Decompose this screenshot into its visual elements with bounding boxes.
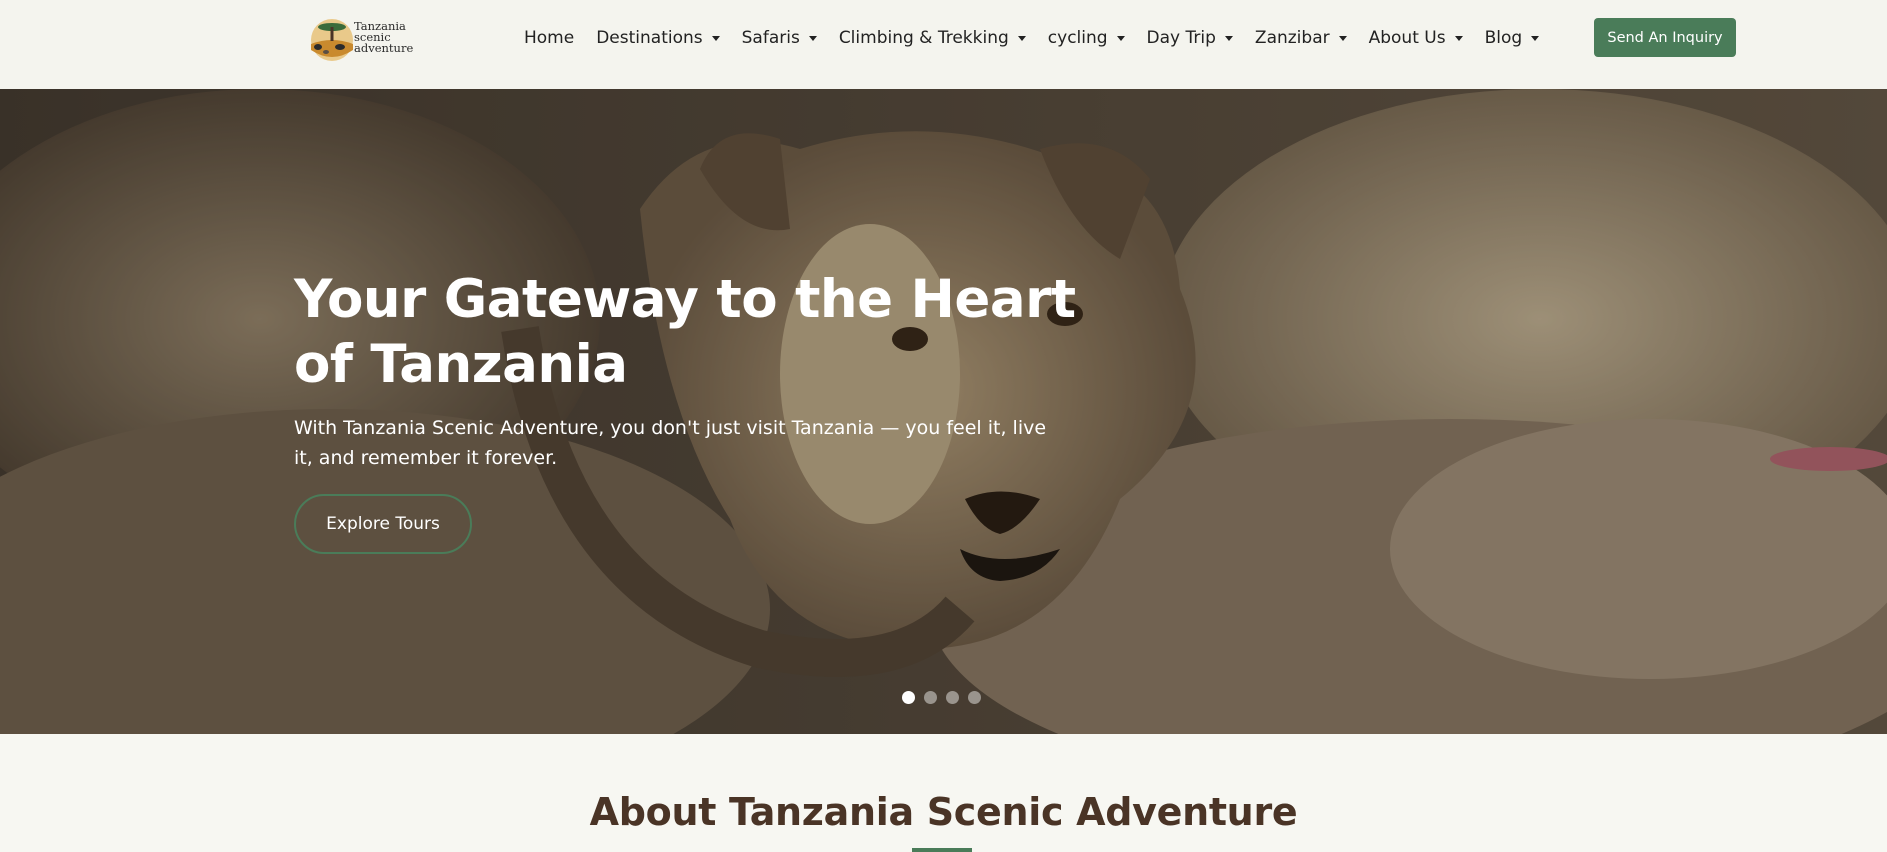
main-nav: Home Destinations Safaris Climbing & Tre… — [524, 0, 1561, 75]
nav-climbing-trekking-label: Climbing & Trekking — [838, 27, 1009, 48]
nav-destinations[interactable]: Destinations — [596, 27, 720, 48]
caret-down-icon — [1224, 36, 1233, 41]
nav-zanzibar-label: Zanzibar — [1254, 27, 1330, 48]
logo[interactable]: Tanzania scenic adventure — [306, 13, 446, 63]
carousel-dot-3[interactable] — [946, 691, 959, 704]
title-underline — [912, 848, 972, 852]
carousel-indicators — [902, 691, 990, 704]
carousel-dot-4[interactable] — [968, 691, 981, 704]
site-header: Tanzania scenic adventure Home Destinati… — [0, 0, 1887, 89]
nav-zanzibar[interactable]: Zanzibar — [1255, 28, 1347, 48]
hero-title: Your Gateway to the Heart of Tanzania — [294, 269, 1076, 395]
caret-down-icon — [1454, 36, 1463, 41]
caret-down-icon — [1338, 36, 1347, 41]
caret-down-icon — [808, 36, 817, 41]
caret-down-icon — [1017, 36, 1026, 41]
logo-icon — [311, 19, 353, 61]
hero-overlay — [0, 89, 1887, 734]
nav-blog-label: Blog — [1484, 27, 1523, 48]
hero-carousel: Your Gateway to the Heart of Tanzania Wi… — [0, 89, 1887, 734]
nav-climbing-trekking[interactable]: Climbing & Trekking — [839, 28, 1026, 48]
logo-text: Tanzania scenic adventure — [354, 18, 414, 55]
caret-down-icon — [1116, 36, 1125, 41]
about-section: About Tanzania Scenic Adventure — [0, 734, 1887, 852]
nav-safaris[interactable]: Safaris — [742, 28, 817, 48]
nav-home[interactable]: Home — [524, 28, 574, 48]
nav-cycling-label: cycling — [1047, 27, 1108, 48]
send-inquiry-button[interactable]: Send An Inquiry — [1594, 18, 1736, 57]
nav-cycling[interactable]: cycling — [1048, 28, 1125, 48]
nav-home-label: Home — [524, 27, 575, 48]
nav-about-us[interactable]: About Us — [1369, 28, 1463, 48]
nav-day-trip[interactable]: Day Trip — [1147, 28, 1233, 48]
hero-subtitle: With Tanzania Scenic Adventure, you don'… — [294, 417, 1047, 469]
carousel-dot-2[interactable] — [924, 691, 937, 704]
nav-safaris-label: Safaris — [741, 27, 800, 48]
carousel-dot-1[interactable] — [902, 691, 915, 704]
caret-down-icon — [711, 36, 720, 41]
nav-blog[interactable]: Blog — [1485, 28, 1540, 48]
explore-tours-button[interactable]: Explore Tours — [294, 494, 472, 554]
about-title: About Tanzania Scenic Adventure — [589, 790, 1298, 834]
caret-down-icon — [1531, 36, 1540, 41]
nav-day-trip-label: Day Trip — [1146, 27, 1216, 48]
nav-about-us-label: About Us — [1368, 27, 1446, 48]
nav-destinations-label: Destinations — [596, 27, 703, 48]
